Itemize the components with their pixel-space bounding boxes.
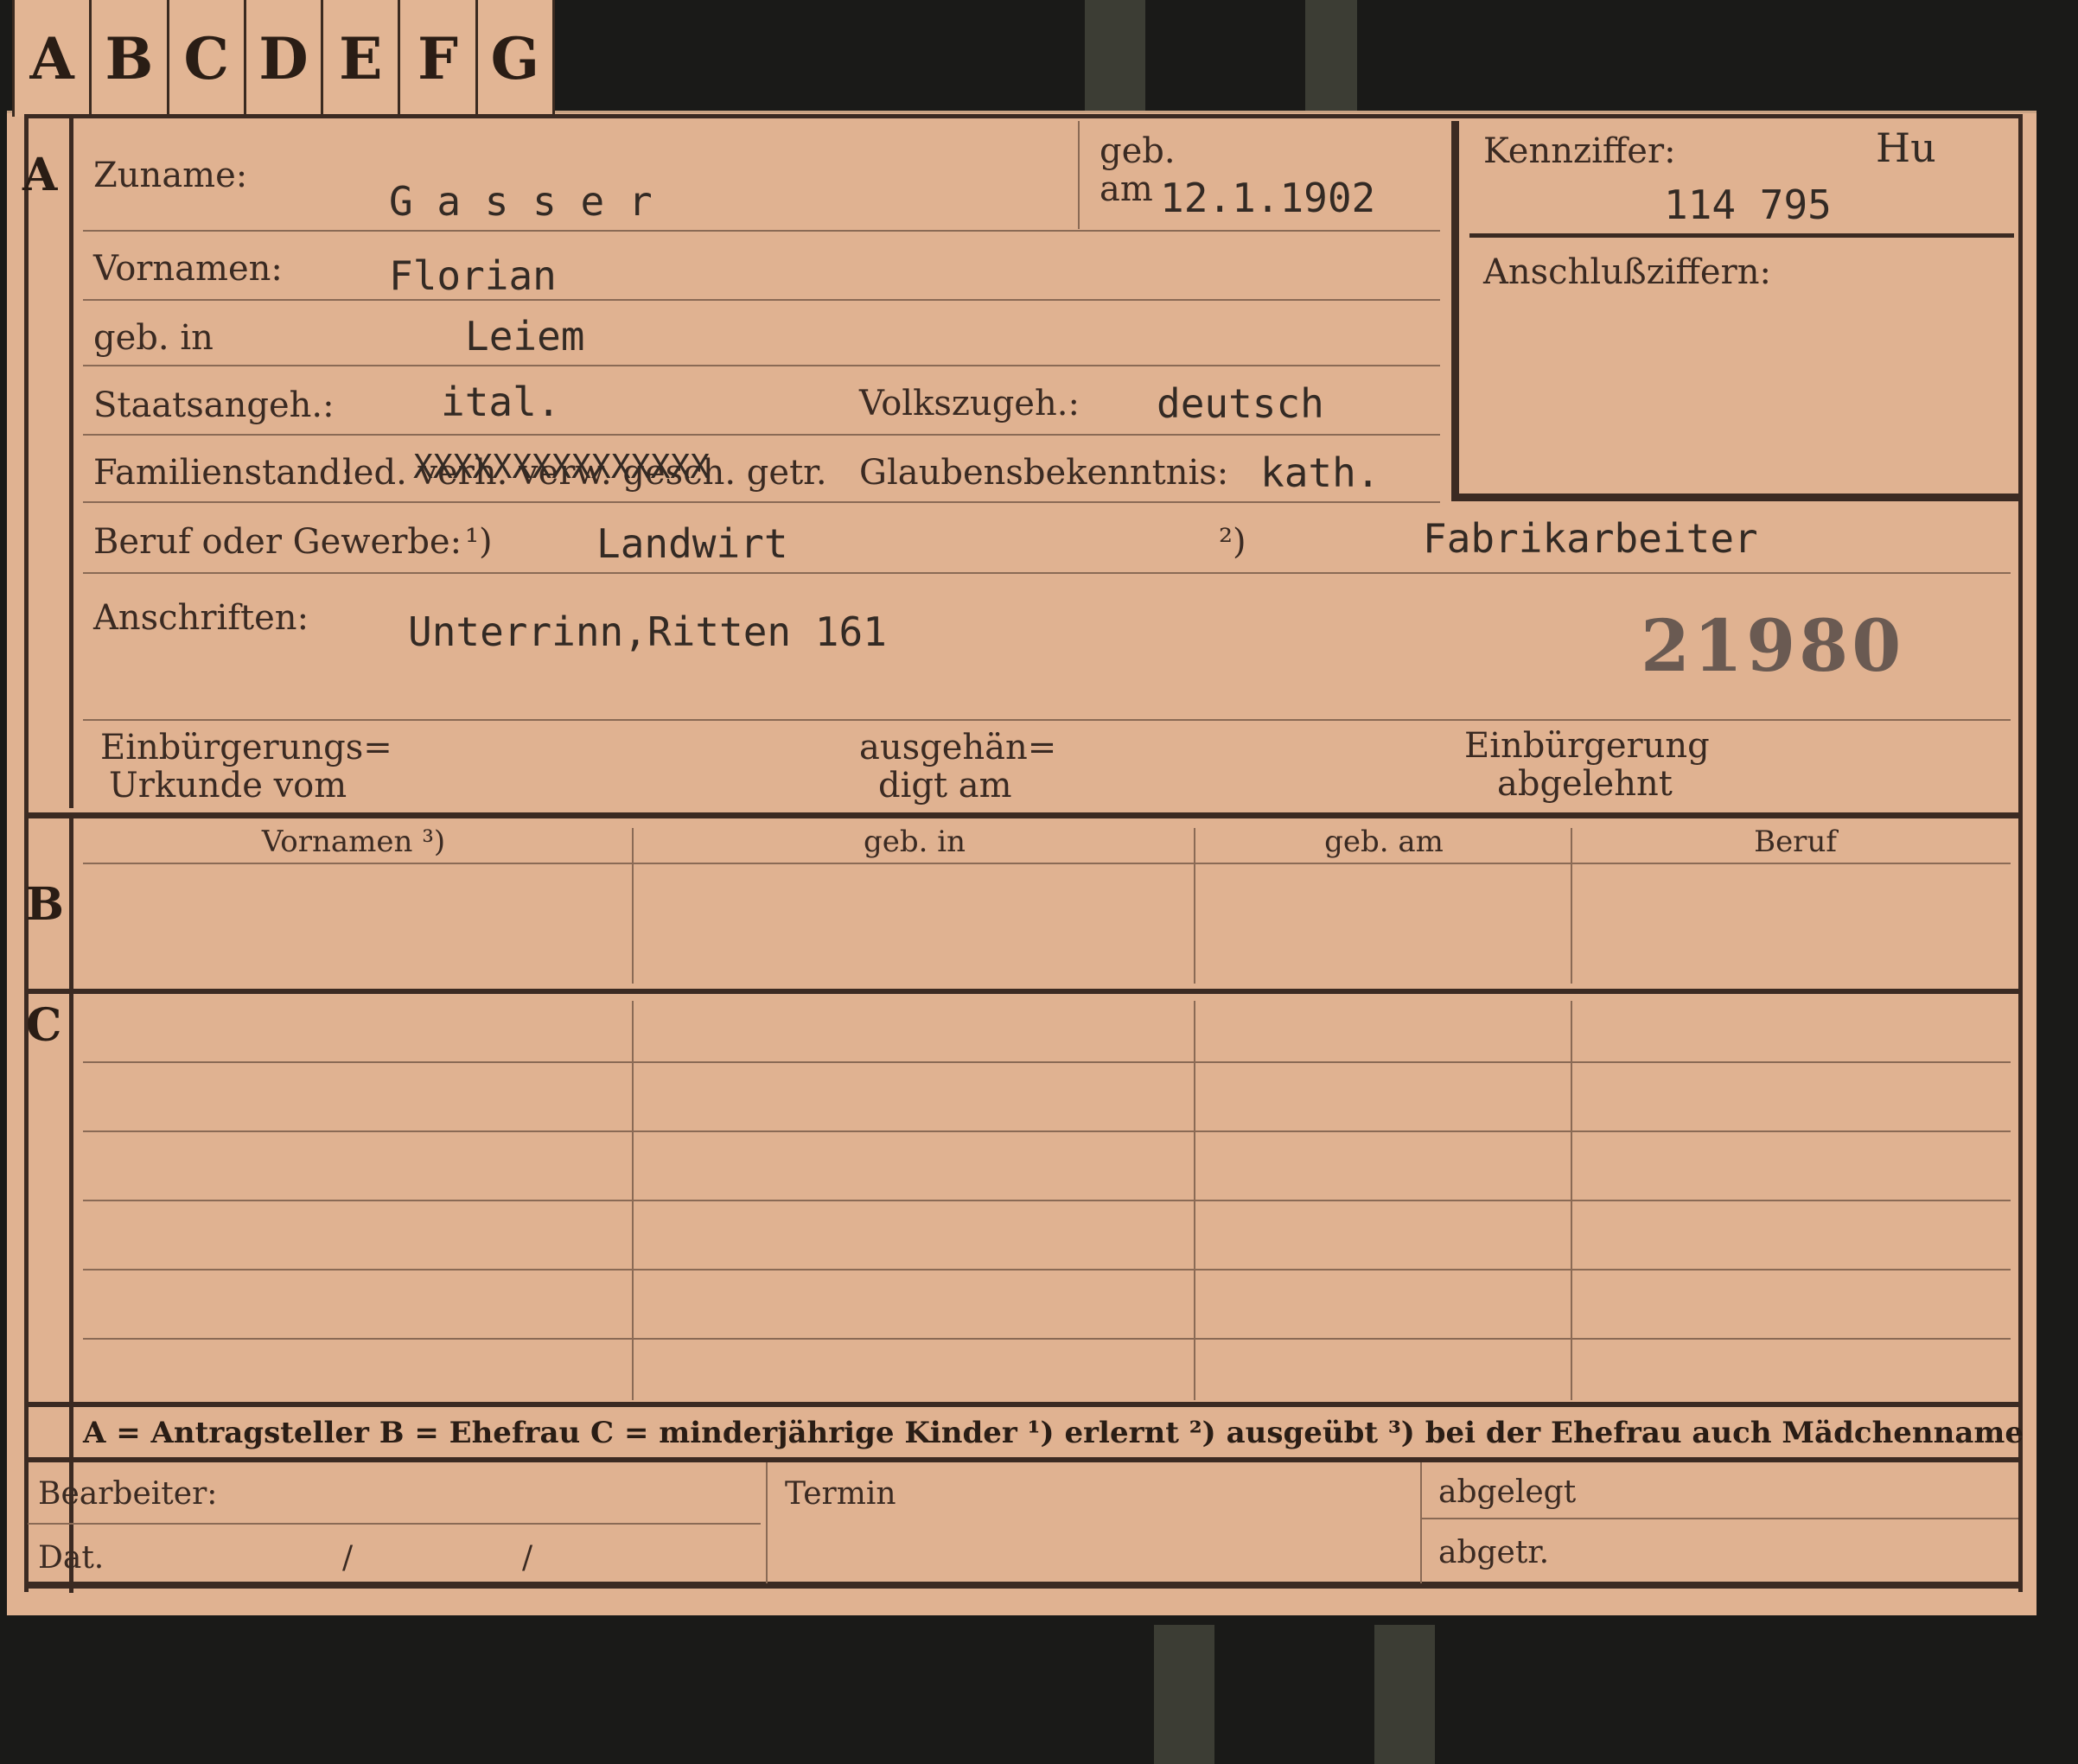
beruf-note-1: ¹) [465,522,493,562]
row-line [83,230,1440,232]
familienstand-strike: XXXXXXXXXXXXXXX [413,448,711,486]
anschlussziffern-label: Anschlußziffern: [1483,252,1771,292]
anschrift-value: Unterrinn,Ritten 161 [408,608,887,655]
row-line [83,365,1440,366]
kennziffer-prefix: Hu [1876,124,1936,171]
row-line [83,1338,2011,1340]
col-header-beruf: Beruf [1754,825,1837,859]
col-header-vornamen: Vornamen ³) [261,825,446,859]
anschriften-label: Anschriften: [93,598,309,638]
abgetr-label: abgetr. [1438,1535,1550,1570]
footer-divider [1420,1462,1422,1583]
row-line [83,1200,2011,1201]
section-a-divider [69,117,73,808]
geb-in-label: geb. in [93,318,214,358]
row-line [83,1061,2011,1063]
kennziffer-value: 114 795 [1664,181,1832,228]
am-label: am [1100,169,1153,209]
row-line [83,434,1440,436]
bearbeiter-label: Bearbeiter: [38,1476,218,1512]
col-header-geb-am: geb. am [1324,825,1444,859]
geb-label: geb. [1100,131,1176,171]
abgelehnt-label-1: Einbürgerung [1464,726,1710,766]
geb-divider [1078,121,1080,229]
legend-text: A = Antragsteller B = Ehefrau C = minder… [83,1416,2024,1450]
termin-label: Termin [785,1476,896,1512]
row-line [83,501,1440,503]
frame-top [24,114,2023,118]
tab-d[interactable]: D [246,0,324,117]
einbuergerungs-label-2: Urkunde vom [109,766,347,806]
geb-in-value: Leiem [465,313,585,360]
frame-left [24,114,29,1592]
col-divider [1194,828,1195,984]
vornamen-value: Florian [389,252,557,299]
background-strip [1085,0,1145,121]
tab-a[interactable]: A [12,0,92,117]
volkszugeh-label: Volkszugeh.: [859,384,1080,423]
volkszugeh-value: deutsch [1157,380,1324,427]
familienstand-label: Familienstand: [93,453,353,493]
abgelehnt-label-2: abgelehnt [1497,764,1673,804]
row-line [83,1269,2011,1270]
dat-label: Dat. [38,1540,105,1576]
section-c-marker: C [26,999,62,1052]
tab-g[interactable]: G [478,0,555,117]
row-line [83,1130,2011,1132]
vornamen-label: Vornamen: [93,249,283,289]
section-c-top [24,989,2023,994]
col-divider [1571,828,1572,984]
section-a-marker: A [22,149,58,201]
dat-slash-1: / [342,1540,354,1576]
dat-slash-2: / [522,1540,533,1576]
frame-right [2018,114,2023,1592]
section-b-top [24,812,2023,818]
footer-divider [766,1462,768,1583]
footer-line [28,1523,761,1525]
beruf-value-2: Fabrikarbeiter [1423,515,1758,562]
background-strip [1374,1625,1435,1764]
footer-line [1422,1518,2018,1519]
tab-f[interactable]: F [400,0,478,117]
staatsangeh-label: Staatsangeh.: [93,385,335,425]
staatsangeh-value: ital. [441,379,561,425]
kennziffer-label: Kennziffer: [1483,131,1676,171]
zuname-label: Zuname: [93,156,248,195]
letter-tabs: A B C D E F G [12,0,555,117]
beruf-label: Beruf oder Gewerbe: [93,522,462,562]
table-header-line [83,863,2011,864]
glaubensbekenntnis-value: kath. [1260,449,1380,496]
section-b-marker: B [26,878,64,931]
legend-top [24,1402,2023,1407]
background-strip [1305,0,1357,121]
tab-b[interactable]: B [92,0,169,117]
ausgehaen-label-2: digt am [878,766,1012,806]
frame-bottom [24,1582,2023,1589]
kennziffer-box [1451,121,2018,501]
geb-am-value: 12.1.1902 [1160,175,1376,221]
row-line [83,572,2011,574]
row-line [83,299,1440,301]
stamp-number: 21980 [1641,605,1905,688]
einbuergerungs-label-1: Einbürgerungs= [100,728,392,767]
tab-c[interactable]: C [169,0,246,117]
background-strip [1154,1625,1214,1764]
row-line [83,719,2011,721]
glaubensbekenntnis-label: Glaubensbekenntnis: [859,453,1229,493]
tab-e[interactable]: E [323,0,401,117]
ausgehaen-label-1: ausgehän= [859,728,1057,767]
beruf-value-1: Landwirt [596,520,788,567]
beruf-note-2: ²) [1219,522,1246,562]
kennziffer-divider [1469,233,2014,238]
abgelegt-label: abgelegt [1438,1474,1577,1510]
col-divider [632,828,634,984]
col-header-geb-in: geb. in [863,825,966,859]
legend-bottom [24,1457,2023,1462]
zuname-value: G a s s e r [389,178,653,225]
